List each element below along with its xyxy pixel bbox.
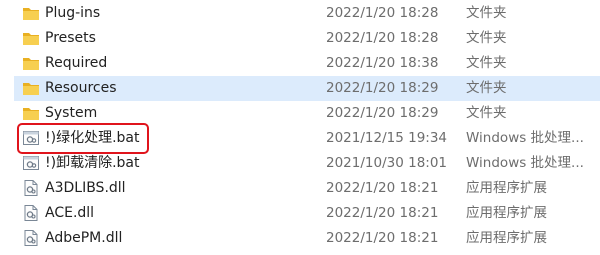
file-modified-date: 2022/1/20 18:21 xyxy=(326,230,439,246)
file-type: 应用程序扩展 xyxy=(466,230,547,246)
file-name: Required xyxy=(45,55,108,71)
file-row[interactable]: A3DLIBS.dll 2022/1/20 18:21 应用程序扩展 xyxy=(14,176,600,201)
file-modified-date: 2022/1/20 18:28 xyxy=(326,5,439,21)
file-name: Presets xyxy=(45,30,96,46)
file-list: Plug-ins 2022/1/20 18:28 文件夹 Presets 2022/1/… xyxy=(0,0,600,251)
file-name: !)绿化处理.bat xyxy=(45,130,140,146)
file-name: Resources xyxy=(45,80,117,96)
folder-icon xyxy=(22,5,40,21)
file-modified-date: 2021/12/15 19:34 xyxy=(326,130,448,146)
file-row[interactable]: Required 2022/1/20 18:38 文件夹 xyxy=(14,51,600,76)
file-row[interactable]: Resources 2022/1/20 18:29 文件夹 xyxy=(14,76,600,101)
file-type: 应用程序扩展 xyxy=(466,205,547,221)
folder-icon xyxy=(22,30,40,46)
dll-file-icon xyxy=(22,205,40,221)
file-modified-date: 2022/1/20 18:29 xyxy=(326,80,439,96)
file-name: Plug-ins xyxy=(45,5,101,21)
file-name: A3DLIBS.dll xyxy=(45,180,126,196)
file-type: 文件夹 xyxy=(466,55,507,71)
file-name: !)卸载清除.bat xyxy=(45,155,140,171)
batch-file-icon xyxy=(22,155,40,171)
file-type: 文件夹 xyxy=(466,80,507,96)
file-type: Windows 批处理... xyxy=(466,130,584,146)
file-row[interactable]: !)卸载清除.bat 2021/10/30 18:01 Windows 批处理... xyxy=(14,151,600,176)
folder-icon xyxy=(22,80,40,96)
file-row[interactable]: ACE.dll 2022/1/20 18:21 应用程序扩展 xyxy=(14,201,600,226)
file-row[interactable]: !)绿化处理.bat 2021/12/15 19:34 Windows 批处理... xyxy=(14,126,600,151)
dll-file-icon xyxy=(22,230,40,246)
file-type: 应用程序扩展 xyxy=(466,180,547,196)
file-modified-date: 2022/1/20 18:28 xyxy=(326,30,439,46)
file-name: AdbePM.dll xyxy=(45,230,123,246)
folder-icon xyxy=(22,105,40,121)
folder-icon xyxy=(22,55,40,71)
file-modified-date: 2022/1/20 18:38 xyxy=(326,55,439,71)
file-type: 文件夹 xyxy=(466,30,507,46)
file-modified-date: 2022/1/20 18:21 xyxy=(326,205,439,221)
file-modified-date: 2022/1/20 18:29 xyxy=(326,105,439,121)
file-row[interactable]: System 2022/1/20 18:29 文件夹 xyxy=(14,101,600,126)
batch-file-icon xyxy=(22,130,40,146)
file-name: System xyxy=(45,105,98,121)
file-row[interactable]: Plug-ins 2022/1/20 18:28 文件夹 xyxy=(14,1,600,26)
file-type: 文件夹 xyxy=(466,5,507,21)
file-row[interactable]: AdbePM.dll 2022/1/20 18:21 应用程序扩展 xyxy=(14,226,600,251)
file-modified-date: 2021/10/30 18:01 xyxy=(326,155,448,171)
file-type: Windows 批处理... xyxy=(466,155,584,171)
file-type: 文件夹 xyxy=(466,105,507,121)
file-name: ACE.dll xyxy=(45,205,95,221)
dll-file-icon xyxy=(22,180,40,196)
file-modified-date: 2022/1/20 18:21 xyxy=(326,180,439,196)
file-row[interactable]: Presets 2022/1/20 18:28 文件夹 xyxy=(14,26,600,51)
